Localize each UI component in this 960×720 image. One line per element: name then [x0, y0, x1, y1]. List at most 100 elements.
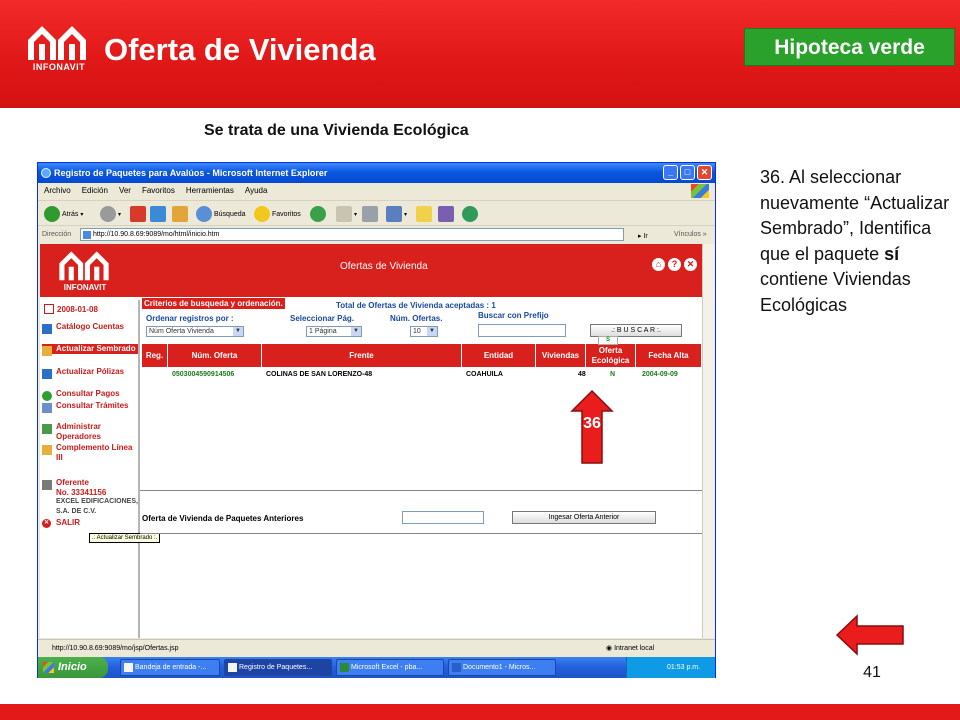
menu-consultar-pagos[interactable]: Consultar Pagos	[42, 389, 138, 401]
excel-icon	[340, 663, 349, 672]
divider	[140, 490, 702, 491]
prev-offer-input[interactable]	[402, 511, 484, 524]
stop-icon	[130, 206, 146, 222]
menu-administrar-operadores[interactable]: Administrar Operadores	[42, 422, 138, 441]
back-button[interactable]: Atrás ▾	[44, 205, 83, 223]
stop-button[interactable]	[130, 205, 146, 223]
menu-actualizar-polizas[interactable]: Actualizar Pólizas	[42, 367, 138, 379]
menu-ver[interactable]: Ver	[119, 183, 131, 199]
slide-subtitle: Se trata de una Vivienda Ecológica	[204, 122, 469, 139]
vertical-scrollbar[interactable]	[702, 244, 715, 638]
home-button[interactable]	[172, 205, 188, 223]
offers-table-header: Reg. Núm. Oferta Frente Entidad Vivienda…	[142, 344, 701, 367]
search-button[interactable]: Búsqueda	[196, 205, 246, 223]
history-button[interactable]	[310, 205, 326, 223]
mail-button[interactable]: ▾	[336, 205, 357, 223]
task-word[interactable]: Documento1 - Micros...	[448, 659, 556, 676]
menu-label: Consultar Pagos	[56, 389, 120, 398]
print-button[interactable]	[362, 205, 378, 223]
catalog-icon	[42, 324, 52, 334]
task-registro[interactable]: Registro de Paquetes...	[224, 659, 332, 676]
print-icon	[362, 206, 378, 222]
minimize-button[interactable]: _	[663, 165, 678, 180]
windows-logo-icon	[43, 662, 54, 673]
date-value: 2008-01-08	[57, 304, 98, 314]
home-icon[interactable]: ⌂	[652, 258, 665, 271]
menu-label: Catálogo Cuentas	[56, 322, 125, 331]
app-title: Ofertas de Vivienda	[340, 261, 428, 272]
table-row[interactable]: 0503004590914506 COLINAS DE SAN LORENZO-…	[142, 370, 701, 381]
folder-icon	[42, 445, 52, 455]
order-select[interactable]: Núm Oferta Vivienda ▼	[146, 326, 244, 337]
ie-icon	[228, 663, 237, 672]
exit-label: SALIR	[56, 518, 80, 527]
cell-fecha-alta: 2004-09-09	[642, 371, 678, 378]
menu-actualizar-sembrado[interactable]: Actualizar Sembrado	[42, 344, 138, 356]
menu-ayuda[interactable]: Ayuda	[245, 183, 268, 199]
cell-oferta-ecologica: N	[610, 371, 616, 378]
menu-herramientas[interactable]: Herramientas	[186, 183, 234, 199]
research-button[interactable]	[438, 205, 454, 223]
menu-catalogo-cuentas[interactable]: Catálogo Cuentas	[42, 322, 138, 334]
menu-favoritos[interactable]: Favoritos	[142, 183, 175, 199]
th-num-oferta: Núm. Oferta	[168, 344, 262, 367]
back-label: Atrás	[62, 210, 79, 218]
task-bandeja[interactable]: Bandeja de entrada -...	[120, 659, 220, 676]
edit-icon	[386, 206, 402, 222]
cell-num-oferta[interactable]: 0503004590914506	[172, 371, 234, 378]
chevron-down-icon: ▼	[233, 327, 243, 336]
oferente-label: Oferente	[56, 478, 89, 487]
menu-edicion[interactable]: Edición	[82, 183, 108, 199]
edit-button[interactable]: ▾	[386, 205, 407, 223]
task-excel[interactable]: Microsoft Excel - pba...	[336, 659, 444, 676]
current-date: 2008-01-08	[44, 304, 98, 314]
clock: 01:53 p.m.	[667, 664, 701, 671]
count-select[interactable]: 10 ▼	[410, 326, 438, 337]
exit-link[interactable]: ✕ SALIR	[42, 518, 138, 528]
folder-button[interactable]	[416, 205, 432, 223]
windows-flag-icon	[691, 184, 709, 198]
search-label: Búsqueda	[214, 210, 246, 218]
prefix-input[interactable]	[478, 324, 566, 337]
dollar-icon	[42, 391, 52, 401]
search-icon	[196, 206, 212, 222]
menu-archivo[interactable]: Archivo	[44, 183, 71, 199]
selection-marker: S	[598, 336, 618, 345]
home-icon	[172, 206, 188, 222]
address-input[interactable]: http://10.90.8.69:9089/mo/html/inicio.ht…	[80, 228, 624, 241]
address-value: http://10.90.8.69:9089/mo/html/inicio.ht…	[93, 231, 220, 238]
menu-label: Administrar Operadores	[56, 422, 101, 441]
refresh-button[interactable]	[150, 205, 166, 223]
divider	[140, 533, 702, 534]
close-button[interactable]: ✕	[697, 165, 712, 180]
go-button[interactable]: ▸ Ir	[638, 228, 648, 245]
back-nav-button[interactable]	[835, 614, 907, 656]
help-icon[interactable]: ?	[668, 258, 681, 271]
slide-header: INFONAVIT Oferta de Vivienda Hipoteca ve…	[0, 0, 960, 108]
ie-icon	[41, 168, 51, 178]
word-icon	[452, 663, 461, 672]
oferente-number: No. 33341156	[56, 487, 107, 497]
favorites-button[interactable]: Favoritos	[254, 205, 301, 223]
links-button[interactable]: Vínculos »	[674, 226, 707, 243]
infonavit-logo-icon	[28, 26, 86, 60]
menu-complemento-linea[interactable]: Complemento Línea III	[42, 443, 138, 462]
menu-label: Complemento Línea III	[56, 443, 133, 462]
favorites-label: Favoritos	[272, 210, 301, 218]
left-arrow-icon	[835, 614, 904, 656]
prev-offer-button[interactable]: Ingesar Oferta Anterior	[512, 511, 656, 524]
forward-button[interactable]: ▾	[100, 205, 121, 223]
menu-bar: Archivo Edición Ver Favoritos Herramient…	[38, 183, 715, 199]
window-title-bar: Registro de Paquetes para Avalúos - Micr…	[38, 163, 715, 183]
links-label: Vínculos	[674, 231, 701, 238]
maximize-button[interactable]: □	[680, 165, 695, 180]
page-select[interactable]: 1 Página ▼	[306, 326, 362, 337]
messenger-button[interactable]	[462, 205, 478, 223]
calendar-icon	[44, 304, 54, 314]
menu-consultar-tramites[interactable]: Consultar Trámites	[42, 401, 138, 413]
close-icon[interactable]: ✕	[684, 258, 697, 271]
zone-label: Intranet local	[614, 645, 655, 652]
start-button[interactable]: Inicio	[38, 657, 108, 678]
tooltip: .: Actualizar Sembrado :.	[89, 533, 161, 543]
cell-frente: COLINAS DE SAN LORENZO-48	[266, 371, 373, 378]
